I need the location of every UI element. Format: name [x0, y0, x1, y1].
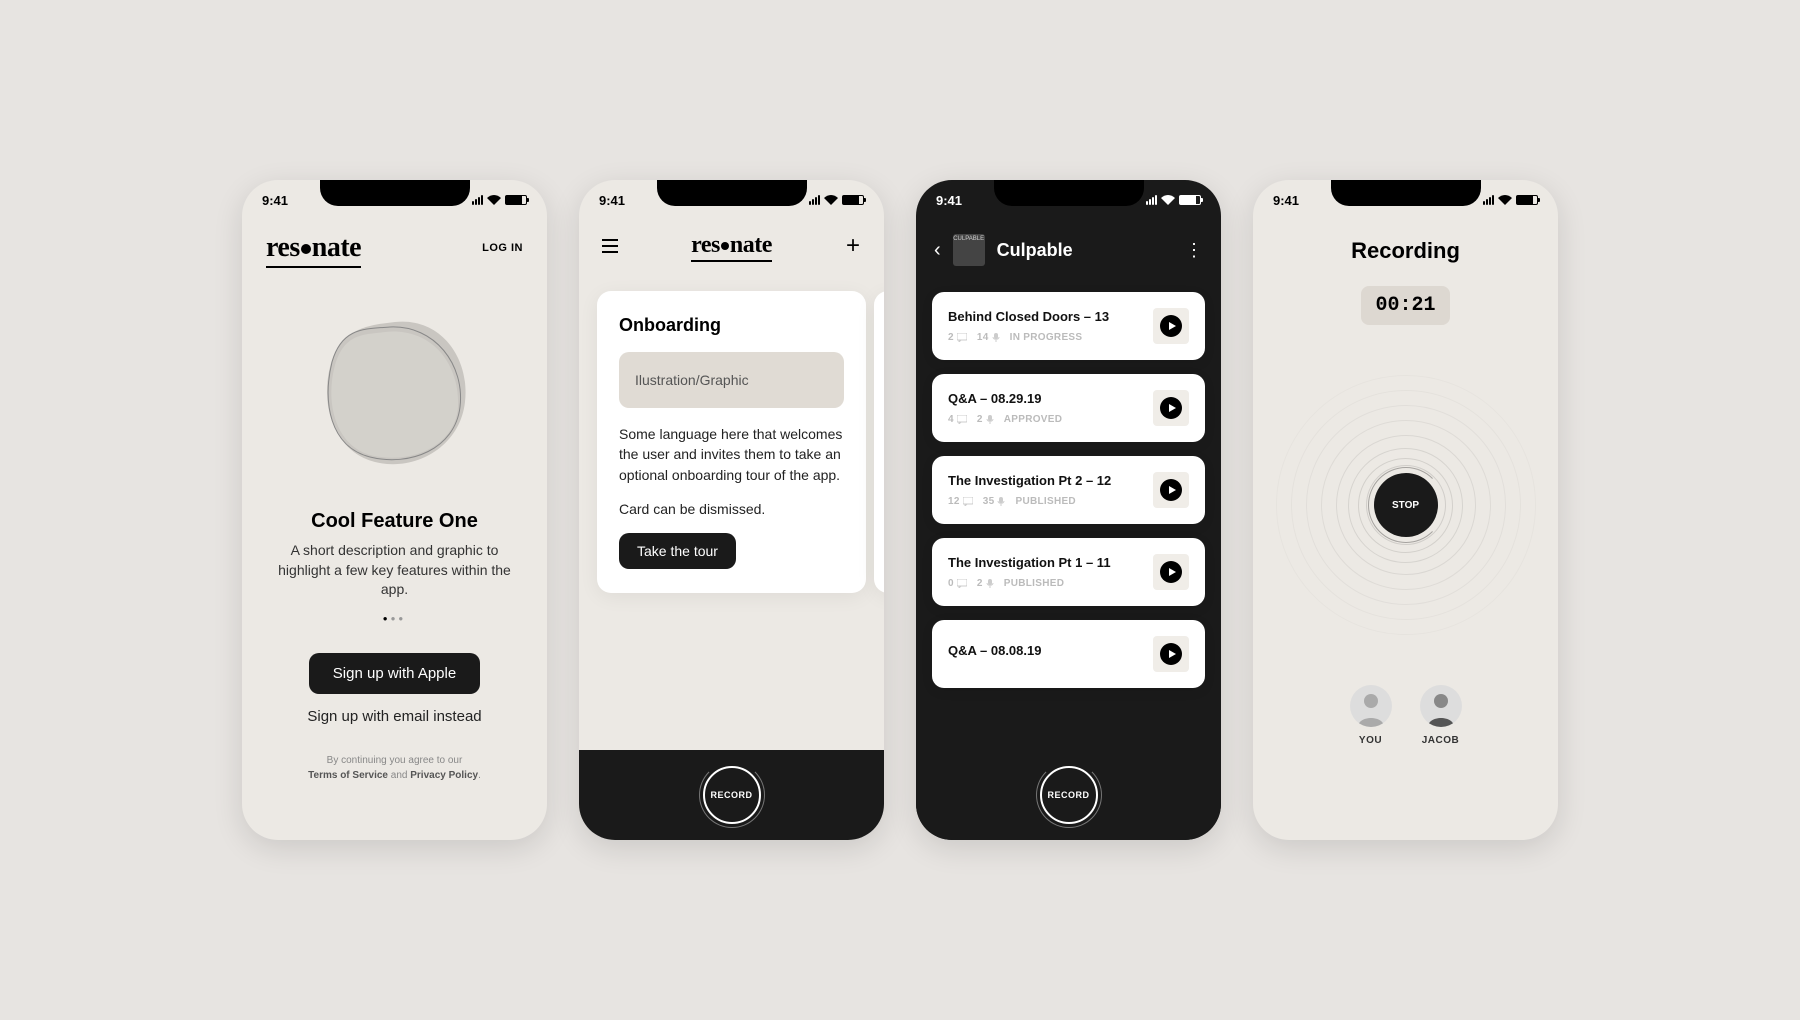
stop-button[interactable]: STOP	[1374, 473, 1438, 537]
status-icons	[1146, 195, 1201, 205]
wifi-icon	[487, 195, 501, 205]
welcome-header: resnate LOG IN	[242, 220, 547, 272]
recording-timer: 00:21	[1361, 286, 1449, 325]
signal-icon	[1146, 195, 1157, 205]
episode-title: Behind Closed Doors – 13	[948, 309, 1141, 324]
phone-recording: 9:41 Recording 00:21 STOP YOU JACOB	[1253, 180, 1558, 840]
back-button[interactable]: ‹	[934, 239, 941, 262]
participant-name: JACOB	[1420, 735, 1462, 746]
wifi-icon	[1498, 195, 1512, 205]
episode-status: PUBLISHED	[1004, 578, 1064, 589]
home-header: resnate +	[579, 220, 884, 267]
notch	[994, 180, 1144, 206]
participants: YOU JACOB	[1253, 685, 1558, 746]
menu-button[interactable]	[599, 235, 621, 257]
play-button[interactable]	[1153, 554, 1189, 590]
episode-status: APPROVED	[1004, 414, 1063, 425]
take-tour-button[interactable]: Take the tour	[619, 533, 736, 569]
feature-graphic	[242, 282, 547, 502]
privacy-link[interactable]: Privacy Policy	[410, 770, 478, 781]
phone-welcome: 9:41 resnate LOG IN Cool Feature One A s…	[242, 180, 547, 840]
episode-item[interactable]: Q&A – 08.08.19	[932, 620, 1205, 688]
episode-title: The Investigation Pt 1 – 11	[948, 555, 1141, 570]
signal-icon	[809, 195, 820, 205]
signal-icon	[1483, 195, 1494, 205]
play-button[interactable]	[1153, 390, 1189, 426]
status-time: 9:41	[936, 193, 962, 208]
battery-icon	[1179, 195, 1201, 205]
wifi-icon	[824, 195, 838, 205]
avatar	[1350, 685, 1392, 727]
more-button[interactable]: ⋮	[1185, 240, 1203, 261]
feature-title: Cool Feature One	[242, 510, 547, 533]
episode-status: IN PROGRESS	[1010, 332, 1083, 343]
record-bar: RECORD	[916, 750, 1221, 840]
feature-description: A short description and graphic to highl…	[242, 533, 547, 600]
status-time: 9:41	[262, 193, 288, 208]
status-icons	[809, 195, 864, 205]
record-bar: RECORD	[579, 750, 884, 840]
comment-count: 12	[948, 496, 973, 507]
recording-visualizer: STOP	[1276, 375, 1536, 635]
brand-logo: resnate	[691, 232, 772, 259]
login-link[interactable]: LOG IN	[482, 242, 523, 254]
avatar	[1420, 685, 1462, 727]
add-button[interactable]: +	[842, 235, 864, 257]
phone-episodes: 9:41 ‹ CULPABLE Culpable ⋮ Behind Closed…	[916, 180, 1221, 840]
participant[interactable]: JACOB	[1420, 685, 1462, 746]
status-icons	[1483, 195, 1538, 205]
mic-count: 2	[977, 578, 994, 589]
battery-icon	[505, 195, 527, 205]
episode-item[interactable]: The Investigation Pt 2 – 12 12 35 PUBLIS…	[932, 456, 1205, 524]
mic-count: 35	[983, 496, 1006, 507]
status-icons	[472, 195, 527, 205]
next-card-peek[interactable]	[874, 291, 884, 593]
record-button[interactable]: RECORD	[703, 766, 761, 824]
illustration-placeholder: Ilustration/Graphic	[619, 352, 844, 408]
onboarding-card: Onboarding Ilustration/Graphic Some lang…	[597, 291, 866, 593]
card-title: Onboarding	[619, 315, 844, 336]
play-button[interactable]	[1153, 308, 1189, 344]
show-artwork: CULPABLE	[953, 234, 985, 266]
episode-title: The Investigation Pt 2 – 12	[948, 473, 1141, 488]
episode-list[interactable]: Behind Closed Doors – 13 2 14 IN PROGRES…	[916, 280, 1221, 788]
record-button[interactable]: RECORD	[1040, 766, 1098, 824]
episode-title: Q&A – 08.29.19	[948, 391, 1141, 406]
play-button[interactable]	[1153, 636, 1189, 672]
mic-count: 14	[977, 332, 1000, 343]
episode-item[interactable]: The Investigation Pt 1 – 11 0 2 PUBLISHE…	[932, 538, 1205, 606]
show-header: ‹ CULPABLE Culpable ⋮	[916, 220, 1221, 280]
brand-logo: resnate	[266, 232, 361, 264]
tos-link[interactable]: Terms of Service	[308, 770, 388, 781]
wifi-icon	[1161, 195, 1175, 205]
battery-icon	[842, 195, 864, 205]
legal-text: By continuing you agree to our Terms of …	[242, 753, 547, 783]
recording-title: Recording	[1253, 238, 1558, 264]
notch	[1331, 180, 1481, 206]
episode-title: Q&A – 08.08.19	[948, 643, 1141, 658]
comment-count: 2	[948, 332, 967, 343]
participant[interactable]: YOU	[1350, 685, 1392, 746]
episode-item[interactable]: Q&A – 08.29.19 4 2 APPROVED	[932, 374, 1205, 442]
comment-count: 0	[948, 578, 967, 589]
show-title: Culpable	[997, 240, 1173, 261]
carousel-dots[interactable]: ●●●	[242, 614, 547, 623]
status-time: 9:41	[1273, 193, 1299, 208]
card-body-2: Card can be dismissed.	[619, 499, 844, 519]
signup-email-link[interactable]: Sign up with email instead	[242, 708, 547, 725]
notch	[320, 180, 470, 206]
comment-count: 4	[948, 414, 967, 425]
mic-count: 2	[977, 414, 994, 425]
status-time: 9:41	[599, 193, 625, 208]
episode-item[interactable]: Behind Closed Doors – 13 2 14 IN PROGRES…	[932, 292, 1205, 360]
card-body: Some language here that welcomes the use…	[619, 424, 844, 485]
participant-name: YOU	[1350, 735, 1392, 746]
notch	[657, 180, 807, 206]
episode-status: PUBLISHED	[1015, 496, 1075, 507]
phone-onboarding: 9:41 resnate + Onboarding Ilustration/Gr…	[579, 180, 884, 840]
signal-icon	[472, 195, 483, 205]
battery-icon	[1516, 195, 1538, 205]
play-button[interactable]	[1153, 472, 1189, 508]
signup-apple-button[interactable]: Sign up with Apple	[309, 653, 480, 694]
